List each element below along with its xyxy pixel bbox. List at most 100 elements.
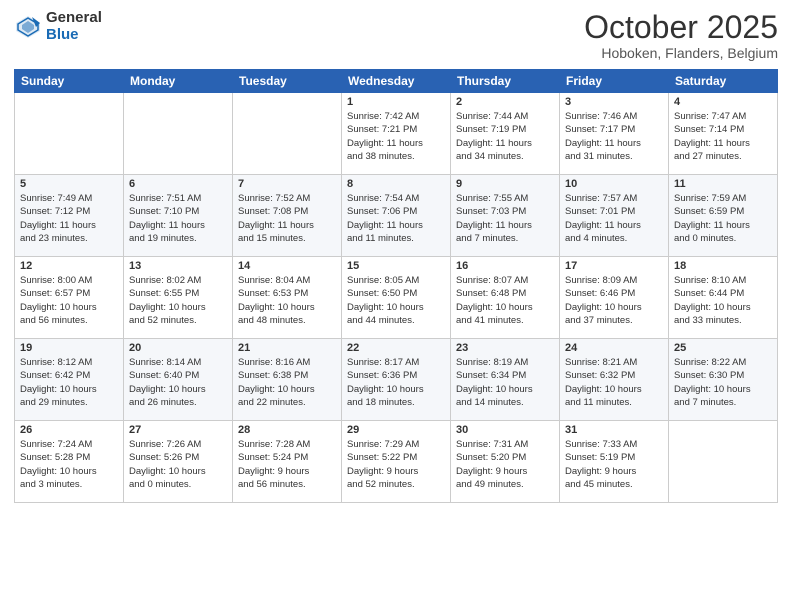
day-info: Sunrise: 8:12 AM Sunset: 6:42 PM Dayligh… (20, 356, 118, 409)
calendar-week-row: 1 Sunrise: 7:42 AM Sunset: 7:21 PM Daylig… (15, 93, 778, 175)
day-info: Sunrise: 8:21 AM Sunset: 6:32 PM Dayligh… (565, 356, 663, 409)
calendar-cell: 8 Sunrise: 7:54 AM Sunset: 7:06 PM Daylig… (342, 175, 451, 257)
day-info: Sunrise: 8:04 AM Sunset: 6:53 PM Dayligh… (238, 274, 336, 327)
calendar-cell: 10Sunrise: 7:57 AM Sunset: 7:01 PM Dayli… (560, 175, 669, 257)
day-number: 20 (129, 342, 227, 354)
day-number: 19 (20, 342, 118, 354)
day-info: Sunrise: 7:57 AM Sunset: 7:01 PM Dayligh… (565, 192, 663, 245)
header: General Blue October 2025 Hoboken, Fland… (14, 10, 778, 61)
title-block: October 2025 Hoboken, Flanders, Belgium (584, 10, 778, 61)
logo: General Blue (14, 10, 102, 43)
calendar-cell: 7 Sunrise: 7:52 AM Sunset: 7:08 PM Daylig… (233, 175, 342, 257)
day-number: 24 (565, 342, 663, 354)
month-title: October 2025 (584, 10, 778, 45)
day-info: Sunrise: 7:59 AM Sunset: 6:59 PM Dayligh… (674, 192, 772, 245)
calendar-cell: 17 Sunrise: 8:09 AM Sunset: 6:46 PM Dayli… (560, 257, 669, 339)
weekday-header: Saturday (669, 70, 778, 93)
day-info: Sunrise: 7:55 AM Sunset: 7:03 PM Dayligh… (456, 192, 554, 245)
day-info: Sunrise: 8:16 AM Sunset: 6:38 PM Dayligh… (238, 356, 336, 409)
weekday-header-row: SundayMondayTuesdayWednesdayThursdayFrid… (15, 70, 778, 93)
calendar-cell: 18 Sunrise: 8:10 AM Sunset: 6:44 PM Dayli… (669, 257, 778, 339)
calendar-cell: 23 Sunrise: 8:19 AM Sunset: 6:34 PM Dayli… (451, 339, 560, 421)
day-number: 17 (565, 260, 663, 272)
day-info: Sunrise: 7:28 AM Sunset: 5:24 PM Dayligh… (238, 438, 336, 491)
day-number: 11 (674, 178, 772, 190)
day-number: 4 (674, 96, 772, 108)
logo-general: General (46, 9, 102, 26)
day-info: Sunrise: 7:33 AM Sunset: 5:19 PM Dayligh… (565, 438, 663, 491)
calendar-cell (124, 93, 233, 175)
day-info: Sunrise: 8:00 AM Sunset: 6:57 PM Dayligh… (20, 274, 118, 327)
calendar-cell: 27 Sunrise: 7:26 AM Sunset: 5:26 PM Dayli… (124, 421, 233, 503)
calendar-cell: 25Sunrise: 8:22 AM Sunset: 6:30 PM Dayli… (669, 339, 778, 421)
weekday-header: Wednesday (342, 70, 451, 93)
calendar-cell: 19 Sunrise: 8:12 AM Sunset: 6:42 PM Dayli… (15, 339, 124, 421)
day-number: 3 (565, 96, 663, 108)
day-number: 15 (347, 260, 445, 272)
calendar-week-row: 19 Sunrise: 8:12 AM Sunset: 6:42 PM Dayli… (15, 339, 778, 421)
day-info: Sunrise: 7:31 AM Sunset: 5:20 PM Dayligh… (456, 438, 554, 491)
day-info: Sunrise: 8:14 AM Sunset: 6:40 PM Dayligh… (129, 356, 227, 409)
calendar-cell: 20 Sunrise: 8:14 AM Sunset: 6:40 PM Dayli… (124, 339, 233, 421)
calendar-cell: 14 Sunrise: 8:04 AM Sunset: 6:53 PM Dayli… (233, 257, 342, 339)
day-number: 7 (238, 178, 336, 190)
day-number: 1 (347, 96, 445, 108)
day-info: Sunrise: 7:46 AM Sunset: 7:17 PM Dayligh… (565, 110, 663, 163)
calendar-cell: 1 Sunrise: 7:42 AM Sunset: 7:21 PM Daylig… (342, 93, 451, 175)
page: General Blue October 2025 Hoboken, Fland… (0, 0, 792, 612)
calendar-cell: 2Sunrise: 7:44 AM Sunset: 7:19 PM Daylig… (451, 93, 560, 175)
day-number: 18 (674, 260, 772, 272)
day-info: Sunrise: 8:10 AM Sunset: 6:44 PM Dayligh… (674, 274, 772, 327)
calendar-cell: 6 Sunrise: 7:51 AM Sunset: 7:10 PM Daylig… (124, 175, 233, 257)
day-info: Sunrise: 7:29 AM Sunset: 5:22 PM Dayligh… (347, 438, 445, 491)
day-number: 23 (456, 342, 554, 354)
weekday-header: Tuesday (233, 70, 342, 93)
calendar-cell: 13Sunrise: 8:02 AM Sunset: 6:55 PM Dayli… (124, 257, 233, 339)
day-number: 22 (347, 342, 445, 354)
day-number: 2 (456, 96, 554, 108)
calendar-cell: 31 Sunrise: 7:33 AM Sunset: 5:19 PM Dayli… (560, 421, 669, 503)
day-number: 31 (565, 424, 663, 436)
logo-blue: Blue (46, 26, 79, 43)
location: Hoboken, Flanders, Belgium (584, 45, 778, 61)
day-info: Sunrise: 7:24 AM Sunset: 5:28 PM Dayligh… (20, 438, 118, 491)
day-number: 12 (20, 260, 118, 272)
weekday-header: Thursday (451, 70, 560, 93)
day-number: 8 (347, 178, 445, 190)
calendar-cell: 3 Sunrise: 7:46 AM Sunset: 7:17 PM Daylig… (560, 93, 669, 175)
day-number: 29 (347, 424, 445, 436)
day-number: 14 (238, 260, 336, 272)
calendar-cell: 15 Sunrise: 8:05 AM Sunset: 6:50 PM Dayli… (342, 257, 451, 339)
calendar-week-row: 26 Sunrise: 7:24 AM Sunset: 5:28 PM Dayli… (15, 421, 778, 503)
day-number: 16 (456, 260, 554, 272)
day-info: Sunrise: 7:42 AM Sunset: 7:21 PM Dayligh… (347, 110, 445, 163)
day-info: Sunrise: 7:49 AM Sunset: 7:12 PM Dayligh… (20, 192, 118, 245)
calendar-cell (15, 93, 124, 175)
day-info: Sunrise: 8:09 AM Sunset: 6:46 PM Dayligh… (565, 274, 663, 327)
day-number: 25 (674, 342, 772, 354)
day-number: 13 (129, 260, 227, 272)
day-number: 5 (20, 178, 118, 190)
calendar-cell (669, 421, 778, 503)
day-info: Sunrise: 7:26 AM Sunset: 5:26 PM Dayligh… (129, 438, 227, 491)
calendar-cell: 12 Sunrise: 8:00 AM Sunset: 6:57 PM Dayli… (15, 257, 124, 339)
calendar-cell: 5 Sunrise: 7:49 AM Sunset: 7:12 PM Daylig… (15, 175, 124, 257)
day-number: 6 (129, 178, 227, 190)
logo-icon (14, 13, 42, 41)
day-number: 26 (20, 424, 118, 436)
day-number: 27 (129, 424, 227, 436)
day-info: Sunrise: 7:52 AM Sunset: 7:08 PM Dayligh… (238, 192, 336, 245)
day-info: Sunrise: 8:07 AM Sunset: 6:48 PM Dayligh… (456, 274, 554, 327)
day-info: Sunrise: 7:54 AM Sunset: 7:06 PM Dayligh… (347, 192, 445, 245)
day-number: 9 (456, 178, 554, 190)
calendar-cell: 28Sunrise: 7:28 AM Sunset: 5:24 PM Dayli… (233, 421, 342, 503)
day-info: Sunrise: 8:19 AM Sunset: 6:34 PM Dayligh… (456, 356, 554, 409)
calendar-table: SundayMondayTuesdayWednesdayThursdayFrid… (14, 69, 778, 503)
calendar-cell: 9 Sunrise: 7:55 AM Sunset: 7:03 PM Daylig… (451, 175, 560, 257)
calendar-cell (233, 93, 342, 175)
weekday-header: Monday (124, 70, 233, 93)
day-info: Sunrise: 7:51 AM Sunset: 7:10 PM Dayligh… (129, 192, 227, 245)
weekday-header: Sunday (15, 70, 124, 93)
day-info: Sunrise: 8:05 AM Sunset: 6:50 PM Dayligh… (347, 274, 445, 327)
calendar-cell: 4Sunrise: 7:47 AM Sunset: 7:14 PM Daylig… (669, 93, 778, 175)
